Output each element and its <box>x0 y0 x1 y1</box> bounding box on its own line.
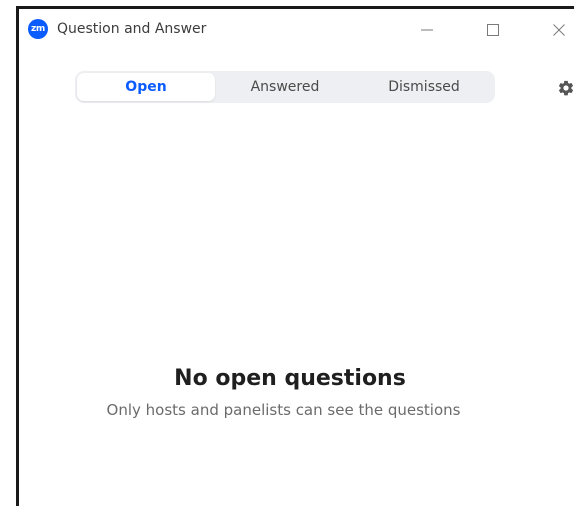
window-title: Question and Answer <box>57 21 207 37</box>
empty-state: No open questions Only hosts and panelis… <box>19 363 574 423</box>
settings-button[interactable] <box>555 77 574 99</box>
maximize-button[interactable] <box>471 15 515 45</box>
close-button[interactable] <box>537 15 574 45</box>
minimize-icon <box>421 29 433 31</box>
tab-open[interactable]: Open <box>77 73 215 101</box>
close-icon <box>553 24 565 36</box>
empty-state-subtitle: Only hosts and panelists can see the que… <box>106 401 461 419</box>
title-bar[interactable]: zm Question and Answer <box>19 9 574 49</box>
minimize-button[interactable] <box>405 15 449 45</box>
gear-icon <box>558 80 574 96</box>
empty-state-title: No open questions <box>174 366 406 391</box>
maximize-icon <box>487 24 499 36</box>
tab-dismissed[interactable]: Dismissed <box>355 73 493 101</box>
qa-window: zm Question and Answer Open Answered Dis… <box>16 6 574 506</box>
qa-tab-bar: Open Answered Dismissed <box>75 71 495 103</box>
tab-answered[interactable]: Answered <box>215 73 355 101</box>
zoom-app-icon: zm <box>28 19 48 39</box>
